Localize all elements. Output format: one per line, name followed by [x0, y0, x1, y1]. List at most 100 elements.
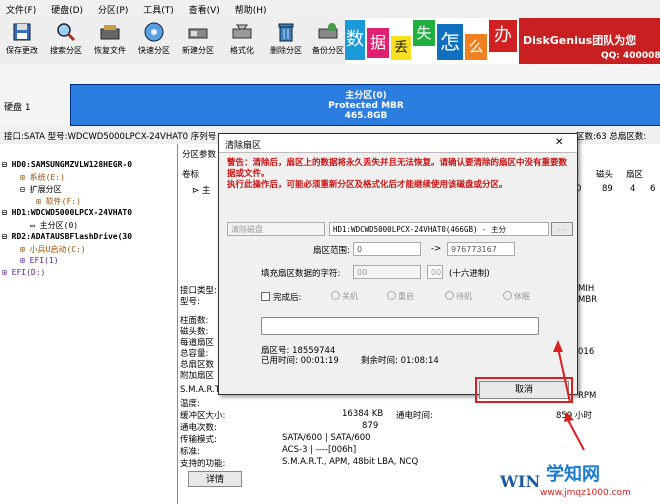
tree-item-xiaobing-c-label: 小兵U启动(C:)	[29, 245, 86, 254]
tree-item-rd2[interactable]: ⊟ RD2:ADATAUSBFlashDrive(30	[2, 232, 132, 241]
menu-tools[interactable]: 工具(T)	[137, 0, 180, 16]
banner-char-7: 办	[489, 20, 517, 52]
after-complete-checkbox[interactable]	[261, 292, 270, 301]
details-button[interactable]: 详情	[188, 471, 242, 487]
watermark-logo: WIN	[500, 472, 541, 491]
menu-help[interactable]: 帮助(H)	[229, 0, 273, 16]
ad-banner[interactable]: 数 据 丢 失 怎 么 办 DiskGenius团队为您 QQ: 400008	[345, 18, 660, 64]
save-icon	[13, 23, 31, 41]
close-icon[interactable]: ✕	[555, 137, 563, 148]
radio-hibernate[interactable]: 休眠	[503, 291, 530, 302]
new-partition-label: 新建分区	[182, 46, 214, 55]
elapsed-time-label: 已用时间:	[261, 356, 298, 366]
banner-brand-text: DiskGenius团队为您	[523, 34, 637, 47]
disk-info-right: 区数:63 总扇区数:	[576, 132, 647, 142]
new-partition-icon	[188, 28, 208, 39]
trash-icon	[278, 23, 294, 42]
radio-restart-label: 重启	[398, 292, 414, 301]
quick-partition-button[interactable]: 快速分区	[132, 21, 176, 63]
radio-standby[interactable]: 待机	[445, 291, 472, 302]
temperature-label: 温度:	[180, 399, 200, 409]
features-label: 支持的功能:	[180, 459, 226, 469]
smart-label: S.M.A.R.T.	[180, 385, 222, 395]
features-value: S.M.A.R.T., APM, 48bit LBA, NCQ	[282, 457, 419, 467]
tree-item-software-f[interactable]: ⊞ 软件(F:)	[36, 196, 81, 207]
banner-qq: QQ: 400008	[601, 51, 660, 61]
delete-partition-label: 删除分区	[270, 46, 302, 55]
menu-disk[interactable]: 硬盘(D)	[45, 0, 89, 16]
recover-files-button[interactable]: 恢复文件	[88, 21, 132, 63]
param-model: 型号:	[180, 297, 200, 307]
radio-hibernate-label: 休眠	[514, 292, 530, 301]
disk-info-left: 接口:SATA 型号:WDCWD5000LPCX-24VHAT0 序列号	[4, 132, 217, 142]
param-extra-sectors: 附加扇区	[180, 371, 215, 381]
menu-file[interactable]: 文件(F)	[0, 0, 42, 16]
new-partition-button[interactable]: 新建分区	[176, 21, 220, 63]
partition-type: Protected MBR	[328, 101, 404, 111]
target-select[interactable]: 清除磁盘	[227, 222, 325, 236]
banner-brand-area: DiskGenius团队为您 QQ: 400008	[519, 18, 660, 64]
header-head: 磁头	[596, 170, 614, 180]
range-to-input[interactable]: 976773167	[447, 242, 515, 256]
tree-item-hd1[interactable]: ⊟ HD1:WDCWD5000LPCX-24VHAT0	[2, 208, 132, 217]
radio-shutdown[interactable]: 关机	[331, 291, 358, 302]
tree-item-hd0[interactable]: ⊟ HD0:SAMSUNGMZVLW128HEGR-0	[2, 160, 132, 169]
backup-partition-button[interactable]: 备份分区	[306, 21, 350, 63]
format-label: 格式化	[230, 46, 254, 55]
fill-char-input[interactable]: 00	[427, 265, 443, 279]
menu-view[interactable]: 查看(V)	[183, 0, 226, 16]
search-icon	[57, 23, 76, 42]
tree-item-extended[interactable]: ⊟ 扩展分区	[20, 184, 62, 195]
row-primary[interactable]: ⊳ 主	[192, 184, 210, 196]
elapsed-time: 已用时间: 00:01:19	[261, 354, 339, 366]
tree-item-extended-label: 扩展分区	[29, 185, 62, 194]
delete-partition-button[interactable]: 删除分区	[264, 21, 308, 63]
dialog-warning: 警告：清除后，扇区上的数据将永久丢失并且无法恢复。请确认要清除的扇区中没有重要数…	[227, 158, 571, 191]
watermark-site: 学知网	[546, 464, 600, 485]
range-from-input[interactable]: 0	[353, 242, 421, 256]
banner-char-3: 丢	[391, 36, 411, 60]
disk-label: 硬盘 1	[4, 103, 31, 113]
tab-partition-params[interactable]: 分区参数	[182, 148, 216, 160]
range-arrow: ->	[431, 244, 442, 254]
menu-partition[interactable]: 分区(P)	[92, 0, 134, 16]
browse-button[interactable]: ...	[551, 222, 573, 236]
tree-item-efi-d[interactable]: ⊞ EFI(D:)	[2, 268, 45, 277]
side-value-mbr: MBR	[578, 295, 598, 305]
backup-icon	[318, 23, 338, 39]
dialog-titlebar: 清除扇区 ✕	[219, 134, 577, 153]
progress-bar	[261, 317, 539, 335]
format-button[interactable]: 格式化	[220, 21, 264, 63]
after-complete-label: 完成后:	[273, 293, 302, 303]
row-value-sector: 4	[630, 184, 636, 194]
banner-char-2: 据	[367, 28, 389, 58]
tree-item-efi-1[interactable]: ⊞ EFI(1)	[20, 256, 59, 265]
header-sector: 扇区	[626, 170, 644, 180]
search-partition-button[interactable]: 搜索分区	[44, 21, 88, 63]
transfer-mode-label: 传输模式:	[180, 435, 217, 445]
transfer-mode-value: SATA/600 | SATA/600	[282, 433, 371, 443]
radio-restart[interactable]: 重启	[387, 291, 414, 302]
warning-line-2: 执行此操作后，可能必须重新分区及格式化后才能继续使用该磁盘或分区。	[227, 180, 508, 190]
tree-item-hd0-label: HD0:SAMSUNGMZVLW128HEGR-0	[11, 160, 133, 169]
save-changes-button[interactable]: 保存更改	[0, 21, 44, 63]
tree-item-system-e[interactable]: ⊞ 系统(E:)	[20, 172, 65, 183]
row-primary-label: 主	[201, 186, 211, 196]
recover-icon	[100, 25, 120, 40]
format-icon	[232, 24, 252, 39]
tree-item-xiaobing-c[interactable]: ⊞ 小兵U启动(C:)	[20, 244, 86, 255]
remaining-time-label: 剩余时间:	[361, 356, 398, 366]
backup-partition-label: 备份分区	[312, 46, 344, 55]
tree-item-software-f-label: 软件(F:)	[45, 197, 81, 206]
clear-sectors-dialog: 清除扇区 ✕ 警告：清除后，扇区上的数据将永久丢失并且无法恢复。请确认要清除的扇…	[218, 133, 578, 403]
quick-partition-label: 快速分区	[138, 46, 170, 55]
watermark-url: www.jmqz1000.com	[540, 488, 631, 498]
tree-item-efi-d-label: EFI(D:)	[11, 268, 46, 277]
row-value-head: 89	[602, 184, 613, 194]
recover-files-label: 恢复文件	[94, 46, 126, 55]
tree-item-primary-0[interactable]: ▭ 主分区(0)	[30, 220, 78, 231]
menu-bar: 文件(F) 硬盘(D) 分区(P) 工具(T) 查看(V) 帮助(H)	[0, 0, 660, 19]
fill-char-select[interactable]: 00	[353, 265, 421, 279]
partition-block[interactable]: 主分区(0) Protected MBR 465.8GB	[70, 84, 660, 126]
watermark: WIN 学知网 www.jmqz1000.com	[496, 458, 660, 504]
